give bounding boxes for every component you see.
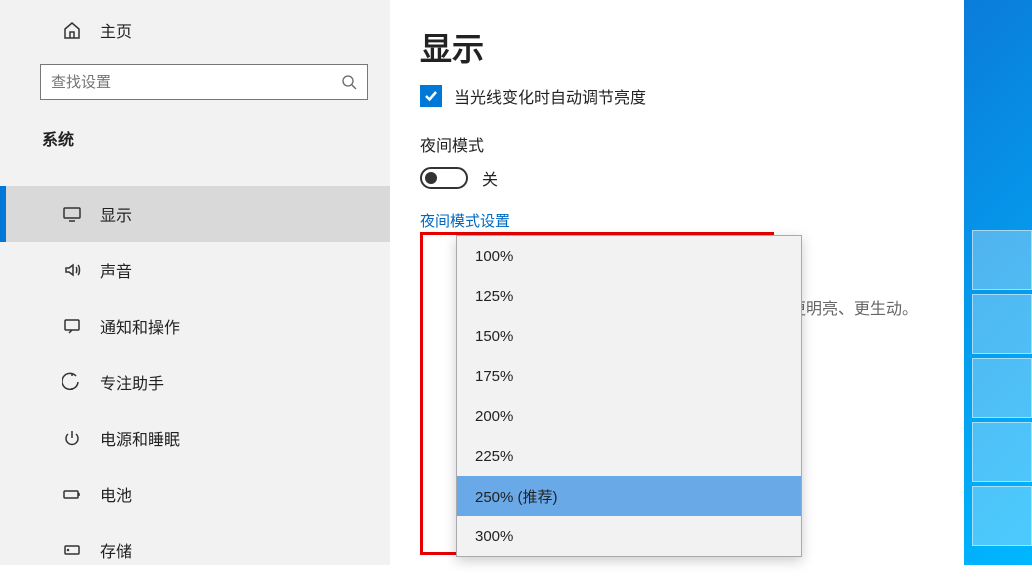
scale-option[interactable]: 250% (推荐) [457, 476, 801, 516]
night-mode-settings-link[interactable]: 夜间模式设置 [420, 210, 934, 231]
partial-hidden-text: 更明亮、更生动。 [790, 295, 918, 319]
desktop-tile [972, 486, 1032, 546]
page-title: 显示 [420, 24, 934, 70]
sidebar-item-label: 专注助手 [100, 370, 164, 394]
home-label: 主页 [100, 18, 132, 42]
scale-option[interactable]: 125% [457, 276, 801, 316]
power-icon [62, 428, 82, 448]
night-mode-toggle-row: 关 [420, 166, 934, 190]
scale-option[interactable]: 175% [457, 356, 801, 396]
toggle-knob [425, 172, 437, 184]
sidebar-item-label: 通知和操作 [100, 314, 180, 338]
night-mode-label: 夜间模式 [420, 132, 934, 156]
sidebar-item-notifications[interactable]: 通知和操作 [0, 298, 390, 354]
sidebar: 主页 系统 显示声音通知和操作专注助手电源和睡眠电池存储 [0, 0, 390, 565]
sidebar-item-label: 存储 [100, 538, 132, 562]
sidebar-item-label: 声音 [100, 258, 132, 282]
night-mode-toggle[interactable] [420, 167, 468, 189]
sidebar-item-monitor[interactable]: 显示 [0, 186, 390, 242]
desktop-background [962, 0, 1032, 565]
desktop-tile [972, 230, 1032, 290]
search-icon [341, 74, 357, 90]
scale-option[interactable]: 150% [457, 316, 801, 356]
monitor-icon [62, 204, 82, 224]
nav-items: 显示声音通知和操作专注助手电源和睡眠电池存储 [0, 186, 390, 578]
sidebar-item-label: 电源和睡眠 [100, 426, 180, 450]
scale-option[interactable]: 100% [457, 236, 801, 276]
home-button[interactable]: 主页 [0, 0, 390, 60]
sidebar-item-focus[interactable]: 专注助手 [0, 354, 390, 410]
focus-icon [62, 372, 82, 392]
sidebar-item-storage[interactable]: 存储 [0, 522, 390, 578]
brightness-checkbox-label: 当光线变化时自动调节亮度 [454, 84, 646, 108]
brightness-auto-row[interactable]: 当光线变化时自动调节亮度 [420, 84, 934, 108]
scale-dropdown-highlight: 100%125%150%175%200%225%250% (推荐)300% [420, 232, 774, 555]
section-header: 系统 [0, 118, 390, 168]
scale-option[interactable]: 300% [457, 516, 801, 556]
desktop-tile [972, 294, 1032, 354]
sidebar-item-sound[interactable]: 声音 [0, 242, 390, 298]
search-input-container[interactable] [40, 64, 368, 100]
search-input[interactable] [51, 74, 341, 91]
scale-option[interactable]: 200% [457, 396, 801, 436]
scale-option[interactable]: 225% [457, 436, 801, 476]
desktop-tile [972, 422, 1032, 482]
sidebar-item-label: 电池 [100, 482, 132, 506]
sidebar-item-battery[interactable]: 电池 [0, 466, 390, 522]
home-icon [62, 20, 82, 40]
checkbox-checked[interactable] [420, 85, 442, 107]
notifications-icon [62, 316, 82, 336]
sidebar-item-label: 显示 [100, 202, 132, 226]
desktop-tiles [972, 230, 1032, 560]
desktop-tile [972, 358, 1032, 418]
sound-icon [62, 260, 82, 280]
battery-icon [62, 484, 82, 504]
sidebar-item-power[interactable]: 电源和睡眠 [0, 410, 390, 466]
storage-icon [62, 540, 82, 560]
night-mode-state: 关 [482, 166, 498, 190]
scale-dropdown[interactable]: 100%125%150%175%200%225%250% (推荐)300% [456, 235, 802, 557]
